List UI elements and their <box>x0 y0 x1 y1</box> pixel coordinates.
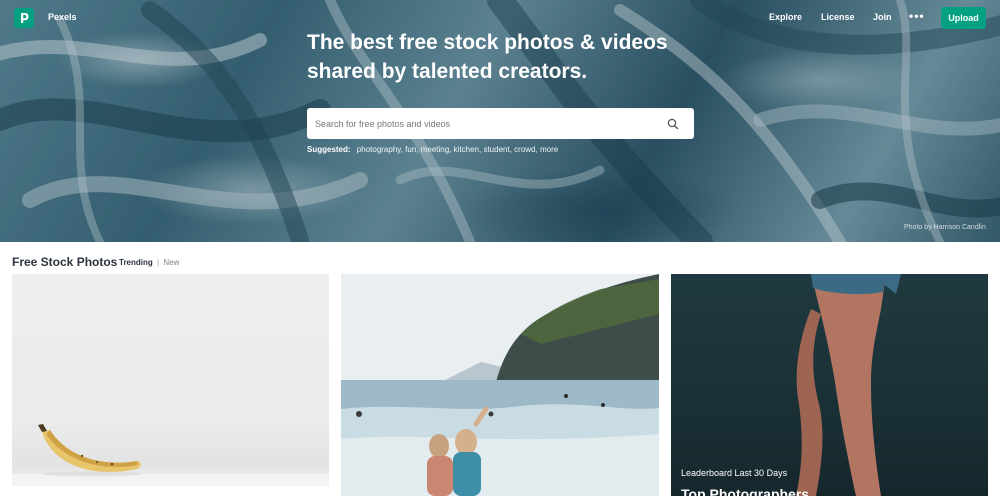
suggested-tag-kitchen[interactable]: kitchen, <box>454 145 482 154</box>
leaderboard-title: Top Photographers <box>681 486 810 496</box>
banana-image <box>12 424 329 486</box>
suggested-tag-fun[interactable]: fun, <box>405 145 418 154</box>
headline-line-2: shared by talented creators. <box>307 60 588 83</box>
filter-separator: | <box>157 258 160 267</box>
suggested-tag-photography[interactable]: photography, <box>357 145 403 154</box>
suggested-tag-student[interactable]: student, <box>483 145 511 154</box>
photo-card-beach[interactable] <box>341 274 659 496</box>
more-dots-icon[interactable]: ••• <box>909 9 925 23</box>
search-icon[interactable] <box>666 117 680 131</box>
photo-card-banana[interactable] <box>12 274 329 486</box>
photo-filter: Trending | New <box>119 258 179 267</box>
headline-line-1: The best free stock photos & videos <box>307 31 668 54</box>
brand-name[interactable]: Pexels <box>48 12 77 22</box>
filter-new-tab[interactable]: New <box>163 258 179 267</box>
nav-license-link[interactable]: License <box>821 12 855 22</box>
nav-explore-link[interactable]: Explore <box>769 12 802 22</box>
suggested-tag-meeting[interactable]: meeting, <box>421 145 452 154</box>
leaderboard-caption: Leaderboard Last 30 Days <box>681 468 788 478</box>
hero-headline: The best free stock photos & videos shar… <box>307 28 727 86</box>
beach-image <box>341 274 659 496</box>
search-bar[interactable] <box>307 108 694 139</box>
suggested-label: Suggested: <box>307 145 351 154</box>
photo-credit[interactable]: Photo by Harrison Candlin <box>904 224 986 231</box>
nav-join-link[interactable]: Join <box>873 12 892 22</box>
suggested-tag-crowd[interactable]: crowd, <box>514 145 538 154</box>
pexels-logo-icon[interactable] <box>14 8 34 28</box>
search-input[interactable] <box>315 114 655 133</box>
section-title: Free Stock Photos <box>12 255 118 269</box>
filter-trending-tab[interactable]: Trending <box>119 258 153 267</box>
suggested-tag-more[interactable]: more <box>540 145 558 154</box>
suggested-searches: Suggested: photography, fun, meeting, ki… <box>307 145 558 154</box>
legs-image <box>796 274 901 496</box>
photo-card-leaderboard[interactable]: Leaderboard Last 30 Days Top Photographe… <box>671 274 988 496</box>
upload-button[interactable]: Upload <box>941 7 986 29</box>
